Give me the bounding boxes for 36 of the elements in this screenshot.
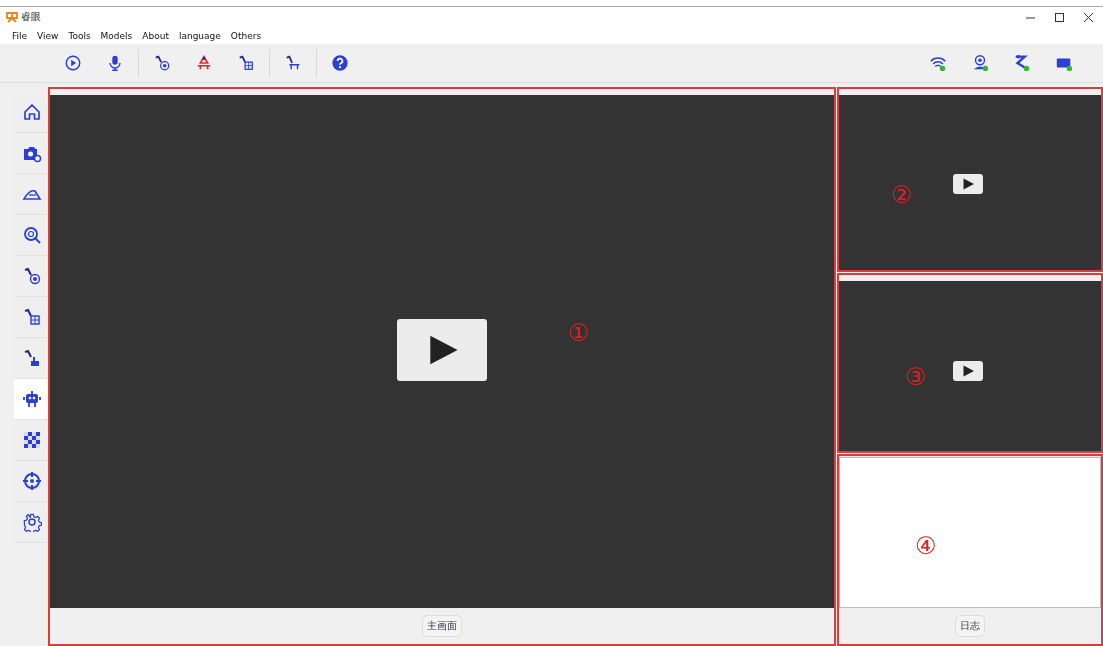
robot-arm-box-icon xyxy=(237,54,255,72)
play-button[interactable] xyxy=(953,174,983,194)
menu-item[interactable]: About xyxy=(142,30,169,41)
menu-item[interactable]: View xyxy=(37,30,59,41)
robot-icon xyxy=(22,389,42,409)
menu-item[interactable]: language xyxy=(178,30,221,41)
log-button[interactable]: 日志 xyxy=(955,615,985,637)
app-logo-icon xyxy=(6,11,18,23)
checkerboard-icon xyxy=(22,430,42,450)
annotation-number: ① xyxy=(568,321,590,345)
robot-arm-box-icon xyxy=(22,307,42,327)
annotation-number: ② xyxy=(891,183,913,207)
annotation-number: ③ xyxy=(905,365,927,389)
play-button[interactable] xyxy=(397,319,487,381)
menu-item[interactable]: File xyxy=(12,30,28,41)
crosshair-icon xyxy=(22,471,42,491)
maximize-icon[interactable] xyxy=(1055,12,1064,22)
menu-item[interactable]: Models xyxy=(100,30,133,41)
wifi-icon xyxy=(929,54,947,72)
robot-arm-target-icon xyxy=(22,266,42,286)
robot-arm-target-icon xyxy=(153,54,171,72)
magnifier-icon xyxy=(22,225,42,245)
play-button[interactable] xyxy=(953,361,983,381)
annotation-number: ④ xyxy=(915,534,937,558)
help-icon xyxy=(331,54,349,72)
microphone-icon xyxy=(106,54,124,72)
robot-arm-hand-icon xyxy=(22,348,42,368)
settings-icon xyxy=(22,512,42,532)
menu-item[interactable]: Tools xyxy=(68,30,91,41)
close-icon[interactable] xyxy=(1084,12,1093,22)
menu-item[interactable]: Others xyxy=(230,30,262,41)
home-icon xyxy=(22,102,42,122)
play-circle-icon xyxy=(64,54,82,72)
window-title: 睿眼 xyxy=(21,10,41,24)
sidebar-item[interactable] xyxy=(14,379,50,420)
main-view-button[interactable]: 主画面 xyxy=(422,615,462,637)
